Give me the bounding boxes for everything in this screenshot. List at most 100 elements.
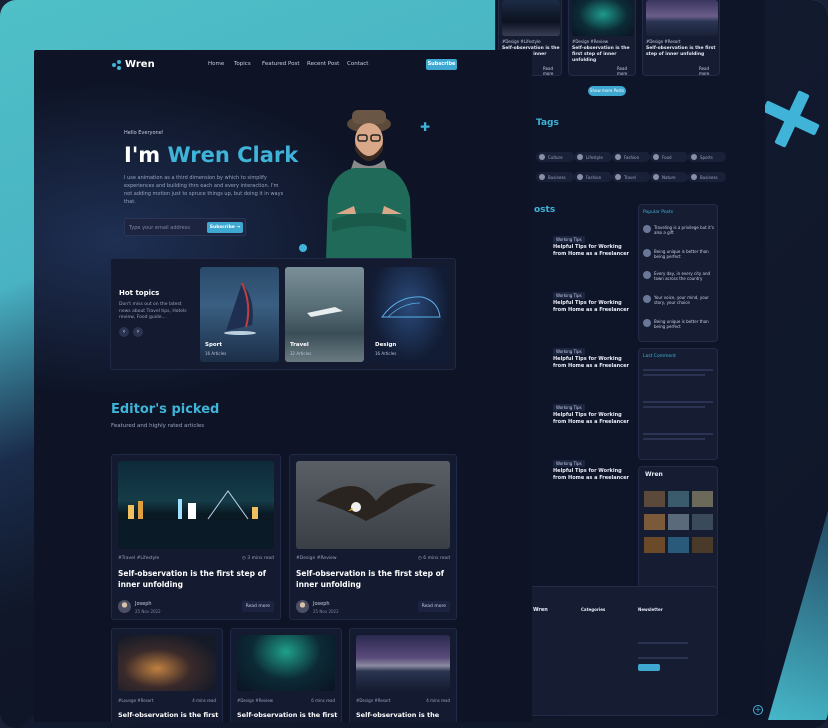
author-name: Joseph	[313, 601, 330, 607]
recent-posts-heading: osts	[534, 205, 556, 215]
tag-chip[interactable]: Fashion	[612, 152, 650, 162]
tag-chip[interactable]: Business	[536, 172, 574, 182]
read-more-button[interactable]: Read more	[241, 601, 274, 612]
popular-posts-panel: Popular Posts Traveling is a privilege b…	[638, 204, 718, 342]
popular-thumb	[643, 271, 651, 279]
post-title[interactable]: Self-observation is the first	[237, 710, 341, 721]
popular-item[interactable]: Your voice, your mind, your story, your …	[654, 295, 716, 305]
back-post-card[interactable]: #Design #Resort Self-observation is the …	[642, 0, 720, 76]
nav-link-recent-post[interactable]: Recent Post	[307, 61, 339, 67]
tag-chip[interactable]: Food	[650, 152, 688, 162]
gallery-thumb[interactable]	[692, 537, 713, 553]
gallery-thumb[interactable]	[692, 491, 713, 507]
gallery-thumb[interactable]	[644, 514, 665, 530]
topic-card-travel[interactable]: Travel 32 Articles	[285, 267, 364, 362]
back-post-tags: #Design #Resort	[646, 39, 681, 44]
nav-link-home[interactable]: Home	[208, 61, 224, 67]
tag-chip[interactable]: Fashion	[574, 172, 612, 182]
gallery-thumb[interactable]	[644, 537, 665, 553]
post-read-time: 6 mins read	[311, 698, 335, 703]
topic-card-design[interactable]: Design 16 Articles	[370, 267, 449, 362]
recent-post-title: Helpful Tips for Working from Home as a …	[553, 300, 630, 313]
post-card[interactable]: #Design #Review ◷ 6 mins read Self-obser…	[289, 454, 457, 620]
gallery-thumb[interactable]	[668, 537, 689, 553]
topic-card-count: 16 Articles	[375, 351, 397, 356]
nav-link-featured-post[interactable]: Featured Post	[262, 61, 300, 67]
recent-post-item[interactable]: Working Tips Helpful Tips for Working fr…	[533, 348, 631, 398]
logo-icon	[112, 59, 122, 70]
post-tags: #Design #Review	[296, 556, 337, 561]
author-avatar	[118, 600, 131, 613]
topic-card-label: Design	[375, 342, 397, 348]
back-read-more[interactable]: Read more	[543, 66, 561, 76]
topic-card-label: Sport	[205, 342, 223, 348]
tag-chip[interactable]: Nature	[650, 172, 688, 182]
post-tags: #Design #Resort	[356, 698, 391, 703]
recent-post-tag: Working Tips	[553, 460, 585, 467]
gallery-panel: Wren	[638, 466, 718, 592]
post-read-time: 4 mins read	[192, 698, 216, 703]
back-post-image	[572, 0, 634, 36]
small-post-card[interactable]: #Design #Resort 4 mins read Self-observa…	[349, 628, 457, 722]
recent-post-item[interactable]: Working Tips Helpful Tips for Working fr…	[533, 236, 631, 286]
popular-item[interactable]: Every day, in every city and town across…	[654, 271, 716, 281]
gallery-thumb[interactable]	[668, 514, 689, 530]
back-read-more[interactable]: Read more	[617, 66, 635, 76]
topic-card-count: 16 Articles	[205, 351, 227, 356]
nav-link-topics[interactable]: Topics	[234, 61, 251, 67]
post-image-city	[118, 461, 274, 549]
hot-topics-title: Hot topics	[119, 289, 160, 297]
recent-post-title: Helpful Tips for Working from Home as a …	[553, 412, 630, 425]
tag-chip[interactable]: Culture	[536, 152, 574, 162]
post-title[interactable]: Self-observation is the first	[356, 710, 456, 722]
post-tags: #Design #Review	[237, 698, 274, 703]
logo[interactable]: Wren	[112, 59, 155, 70]
post-date: 25 Nov 2022	[135, 609, 161, 614]
gallery-thumb[interactable]	[668, 491, 689, 507]
gallery-thumb[interactable]	[692, 514, 713, 530]
tag-chip[interactable]: Travel	[612, 172, 650, 182]
next-arrow-button[interactable]: ›	[133, 327, 143, 337]
back-read-more[interactable]: Read more	[699, 66, 719, 76]
back-post-card[interactable]: #Design #Review Self-observation is the …	[568, 0, 636, 76]
popular-item[interactable]: Traveling is a privilege but it's also a…	[654, 225, 716, 235]
recent-post-tag: Working Tips	[553, 404, 585, 411]
read-more-button[interactable]: Read more	[417, 601, 450, 612]
subscribe-button[interactable]: Subscribe	[426, 59, 457, 70]
tags-heading: Tags	[536, 118, 559, 128]
email-input[interactable]	[129, 222, 199, 234]
small-post-card[interactable]: #Design #Review 6 mins read Self-observa…	[230, 628, 342, 722]
back-page-preview: #Design #Lifestyle Self-observation is t…	[495, 0, 765, 718]
post-tags: #Travel #Lifestyle	[118, 556, 160, 561]
email-subscribe-button[interactable]: Subscribe →	[207, 222, 243, 233]
popular-item[interactable]: Being unique is better than being perfec…	[654, 249, 716, 259]
post-card[interactable]: #Travel #Lifestyle ◷ 3 mins read Self-ob…	[111, 454, 281, 620]
post-title[interactable]: Self-observation is the first step of in…	[118, 568, 276, 590]
boat-image	[307, 307, 343, 317]
topic-card-sport[interactable]: Sport 16 Articles	[200, 267, 279, 362]
small-post-card[interactable]: #Lounge #Resort 4 mins read Self-observa…	[111, 628, 223, 722]
show-more-button[interactable]: Show more Posts	[588, 86, 626, 96]
scroll-top-button[interactable]: +	[753, 705, 763, 715]
footer-categories-heading: Categories	[581, 607, 606, 612]
post-tags: #Lounge #Resort	[118, 698, 154, 703]
email-signup: Subscribe →	[124, 218, 246, 236]
post-title[interactable]: Self-observation is the first	[118, 710, 222, 721]
popular-item[interactable]: Being unique is better than being perfec…	[654, 319, 716, 329]
tag-chip[interactable]: Lifestyle	[574, 152, 612, 162]
back-post-image	[502, 0, 560, 36]
gallery-thumb[interactable]	[644, 491, 665, 507]
recent-post-item[interactable]: Working Tips Helpful Tips for Working fr…	[533, 292, 631, 342]
tag-chip[interactable]: Sports	[688, 152, 726, 162]
prev-arrow-button[interactable]: ‹	[119, 327, 129, 337]
hero-portrait-image	[326, 110, 412, 260]
tag-chip[interactable]: Business	[688, 172, 726, 182]
recent-post-item[interactable]: Working Tips Helpful Tips for Working fr…	[533, 404, 631, 454]
nav-link-contact[interactable]: Contact	[347, 61, 368, 67]
recent-post-item[interactable]: Working Tips Helpful Tips for Working fr…	[533, 460, 631, 510]
post-title[interactable]: Self-observation is the first step of in…	[296, 568, 454, 590]
author-name: Joseph	[135, 601, 152, 607]
back-post-tags: #Design #Lifestyle	[502, 39, 541, 44]
editors-picked-title: Editor's picked	[111, 402, 220, 417]
footer-subscribe-button[interactable]	[638, 664, 660, 671]
